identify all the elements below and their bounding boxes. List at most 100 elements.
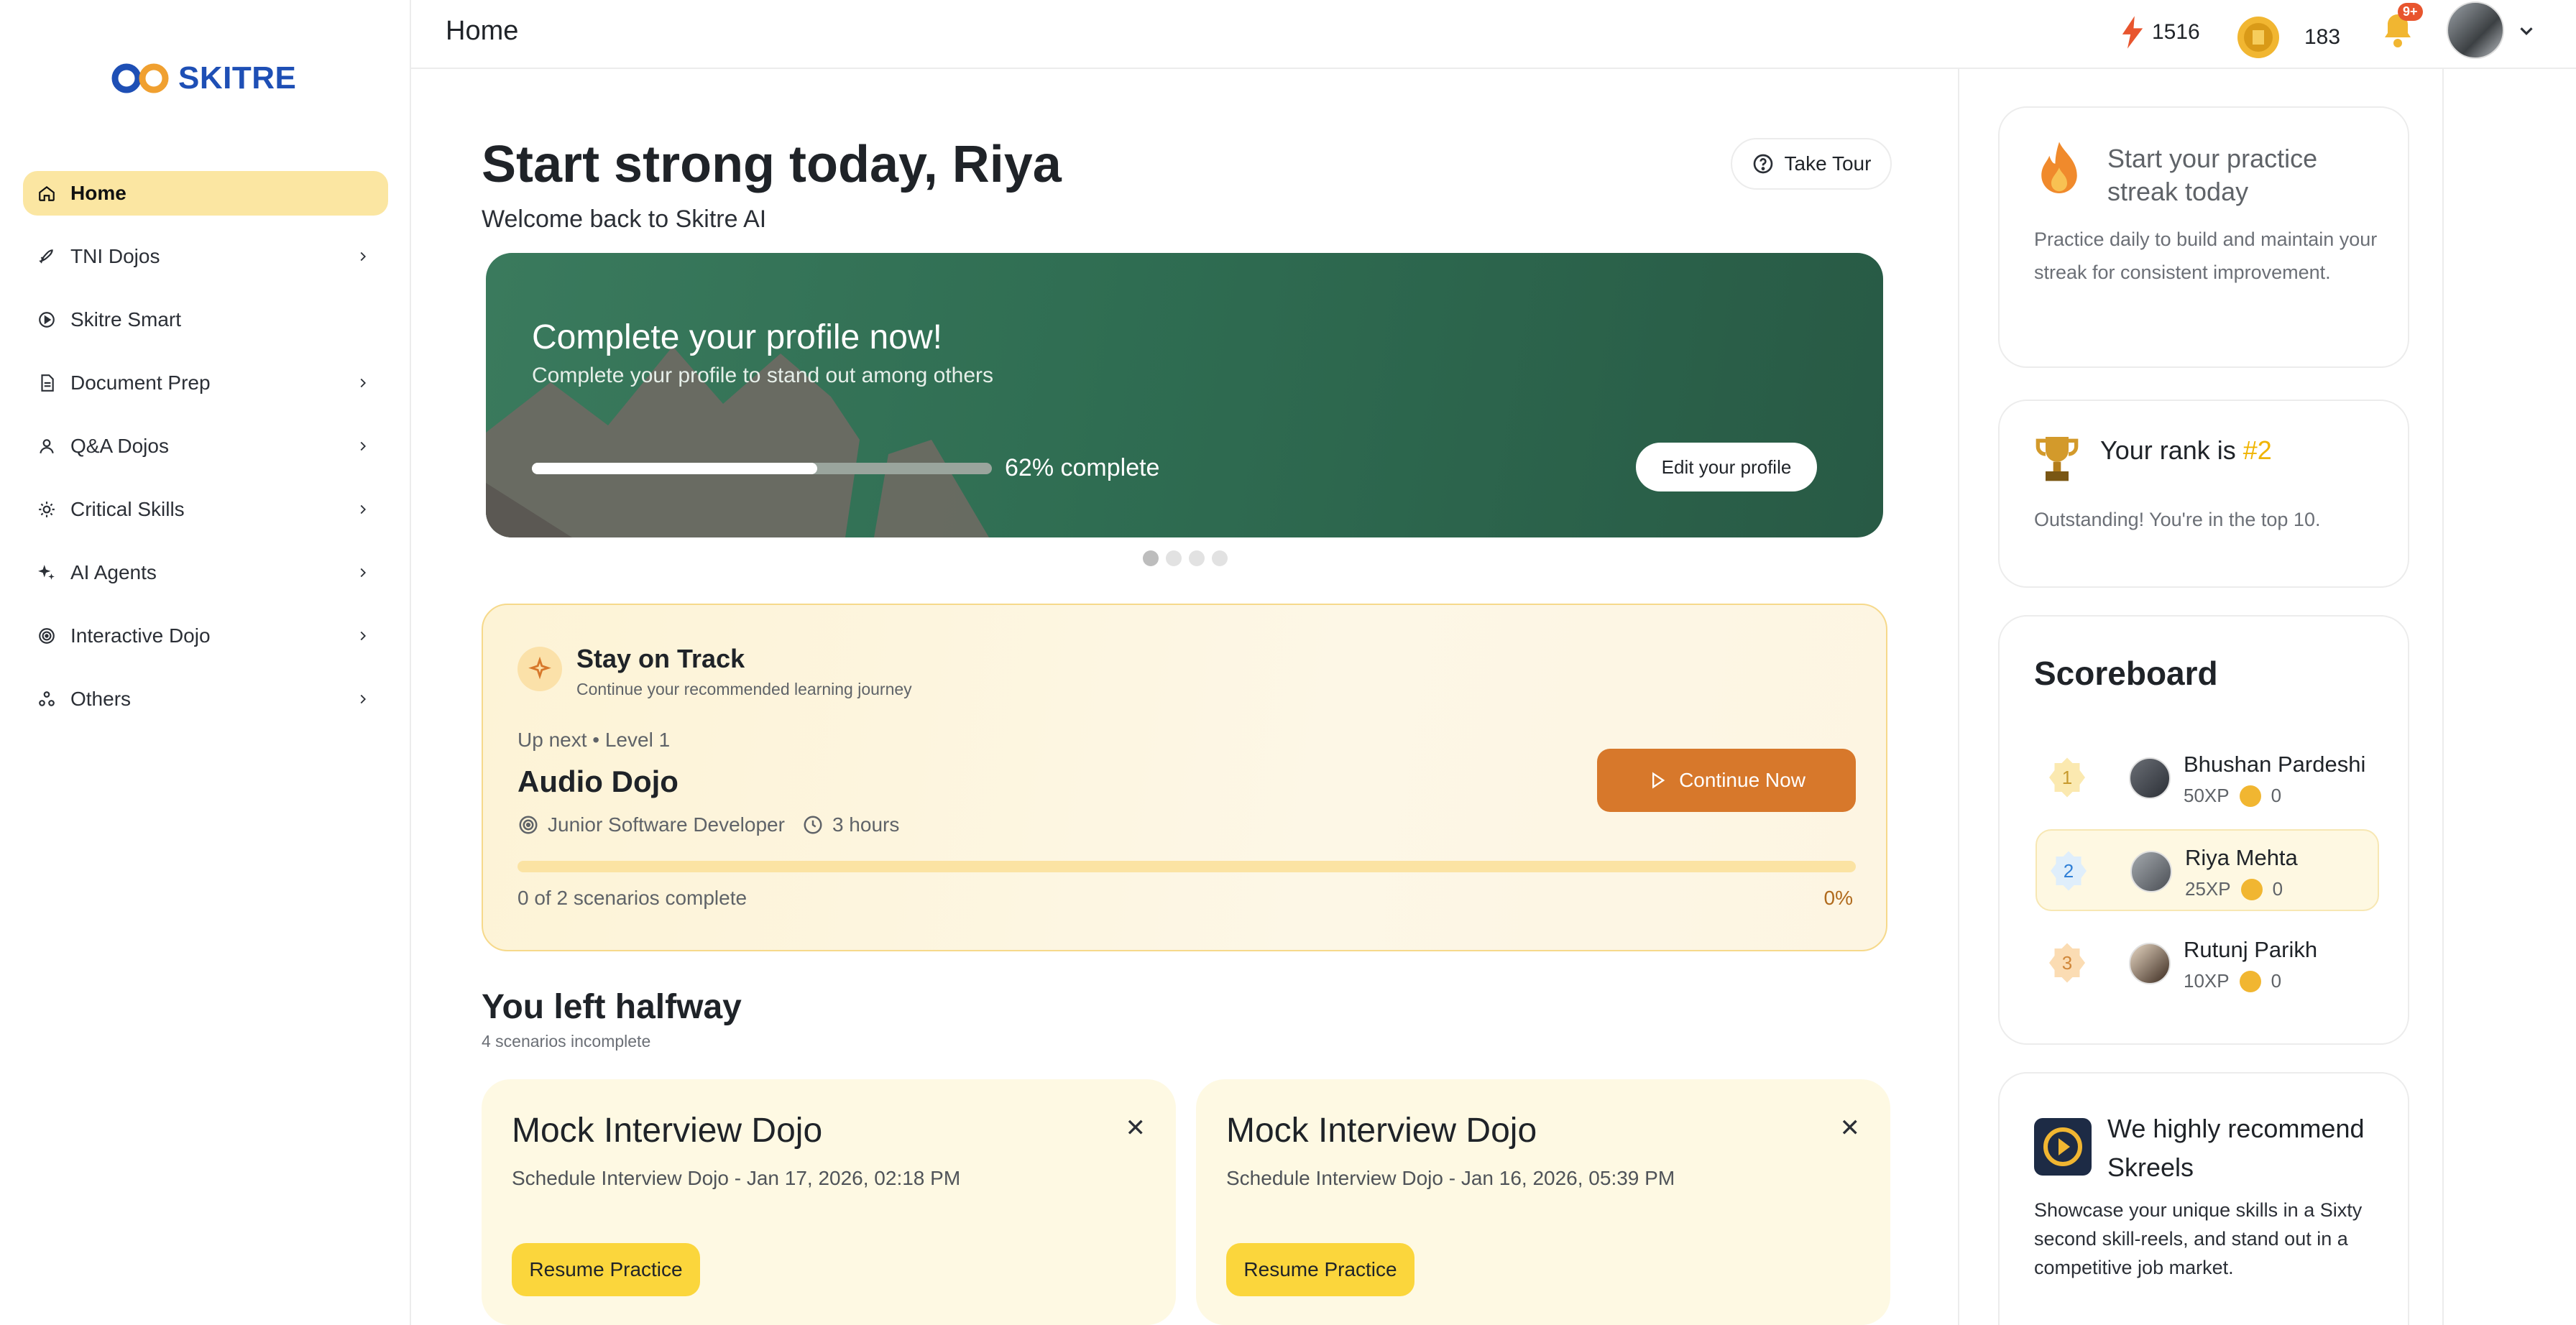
coin-icon	[2237, 17, 2279, 58]
brand-logo[interactable]: SKITRE	[109, 60, 296, 96]
avatar	[2130, 851, 2172, 892]
sidebar-item-label: Others	[70, 688, 132, 710]
carousel-dot[interactable]	[1166, 550, 1182, 566]
carousel-dots	[1143, 550, 1228, 566]
dojo-card-subtitle: Schedule Interview Dojo - Jan 16, 2026, …	[1226, 1167, 1675, 1189]
home-icon	[36, 183, 58, 204]
coin-icon	[2239, 970, 2261, 992]
coin-counter[interactable]: 183	[2237, 16, 2340, 59]
edit-profile-button[interactable]: Edit your profile	[1636, 443, 1817, 491]
rocket-icon	[36, 246, 58, 267]
carousel-dot[interactable]	[1189, 550, 1205, 566]
player-xp: 25XP	[2185, 878, 2231, 900]
top-bar: Home 1516 183 9+	[411, 0, 2576, 69]
sidebar-item-skitre-smart[interactable]: Skitre Smart	[23, 297, 388, 342]
scoreboard-row-current-user[interactable]: 2 Riya Mehta 25XP 0	[2036, 829, 2379, 911]
rank-badge: 3	[2047, 943, 2087, 983]
flame-icon	[2041, 142, 2077, 193]
sidebar-item-home[interactable]: Home	[23, 171, 388, 216]
page-title: Home	[446, 16, 519, 46]
rank-number: 2	[2063, 859, 2074, 882]
dojo-card-subtitle: Schedule Interview Dojo - Jan 17, 2026, …	[512, 1167, 961, 1189]
carousel-dot[interactable]	[1143, 550, 1159, 566]
resume-practice-button[interactable]: Resume Practice	[512, 1243, 700, 1296]
sidebar-item-others[interactable]: Others	[23, 677, 388, 721]
sidebar-item-critical-skills[interactable]: Critical Skills	[23, 487, 388, 532]
target-icon	[36, 625, 58, 647]
rank-card: Your rank is #2 Outstanding! You're in t…	[1998, 400, 2409, 588]
sidebar-item-interactive-dojo[interactable]: Interactive Dojo	[23, 614, 388, 658]
document-icon	[36, 372, 58, 394]
take-tour-button[interactable]: Take Tour	[1731, 138, 1892, 190]
sidebar-item-label: Skitre Smart	[70, 308, 182, 331]
player-coins: 0	[2271, 970, 2282, 992]
sidebar-item-label: Critical Skills	[70, 498, 185, 520]
resume-practice-button[interactable]: Resume Practice	[1226, 1243, 1414, 1296]
sidebar-item-label: Document Prep	[70, 371, 211, 394]
rank-number: 1	[2061, 766, 2073, 788]
close-icon[interactable]: ✕	[1126, 1114, 1146, 1142]
chevron-right-icon	[360, 504, 367, 514]
chevron-right-icon	[360, 378, 367, 388]
rank-title: Your rank is #2	[2100, 435, 2272, 466]
sidebar-item-label: AI Agents	[70, 561, 157, 583]
chevron-down-icon[interactable]	[2516, 20, 2537, 42]
player-coins: 0	[2271, 785, 2282, 806]
scenario-percent: 0%	[1823, 887, 1853, 909]
xp-value: 1516	[2152, 20, 2200, 44]
continue-now-label: Continue Now	[1679, 769, 1806, 791]
halfway-title: You left halfway	[482, 988, 742, 1026]
scoreboard-row[interactable]: 1 Bhushan Pardeshi 50XP 0	[2036, 737, 2379, 819]
help-circle-icon	[1753, 154, 1772, 174]
avatar[interactable]	[2447, 1, 2504, 59]
chevron-right-icon	[360, 631, 367, 641]
continue-now-button[interactable]: Continue Now	[1597, 749, 1856, 812]
chevron-right-icon	[360, 441, 367, 451]
banner-subtitle: Complete your profile to stand out among…	[532, 364, 994, 387]
avatar	[2129, 943, 2171, 984]
scoreboard-row[interactable]: 3 Rutunj Parikh 10XP 0	[2036, 923, 2379, 1005]
right-panel: Start your practice streak today Practic…	[1958, 69, 2444, 1325]
track-subtitle: Continue your recommended learning journ…	[576, 680, 912, 698]
player-xp: 50XP	[2184, 785, 2230, 806]
recommend-card[interactable]: We highly recommend Skreels Showcase you…	[1998, 1072, 2409, 1325]
user-icon	[36, 435, 58, 457]
recommend-title: We highly recommend Skreels	[2107, 1114, 2365, 1182]
carousel-dot[interactable]	[1212, 550, 1228, 566]
dojo-card-title: Mock Interview Dojo	[512, 1112, 823, 1150]
brand-name: SKITRE	[178, 60, 297, 96]
banner-title: Complete your profile now!	[532, 318, 942, 356]
notifications-badge: 9+	[2398, 3, 2423, 21]
lightning-icon	[2122, 16, 2143, 49]
xp-counter[interactable]: 1516	[2120, 16, 2200, 49]
sidebar-item-document-prep[interactable]: Document Prep	[23, 361, 388, 405]
profile-progress-fill	[532, 463, 817, 474]
chevron-right-icon	[360, 568, 367, 578]
incomplete-dojo-card: Mock Interview Dojo Schedule Interview D…	[1196, 1079, 1890, 1325]
scenario-count: 0 of 2 scenarios complete	[518, 887, 748, 909]
bulb-icon	[36, 499, 58, 520]
rank-badge: 2	[2048, 851, 2089, 891]
sidebar-item-label: Interactive Dojo	[70, 624, 211, 647]
banner-illustration	[486, 346, 989, 537]
halfway-subtitle: 4 scenarios incomplete	[482, 1032, 651, 1051]
next-dojo-title: Audio Dojo	[518, 765, 678, 798]
sidebar: SKITRE Home TNI Dojos Skitre Smart Docum…	[0, 0, 411, 1325]
sidebar-item-label: TNI Dojos	[70, 245, 160, 267]
sidebar-item-ai-agents[interactable]: AI Agents	[23, 550, 388, 595]
rank-body: Outstanding! You're in the top 10.	[2034, 509, 2321, 530]
rank-prefix: Your rank is	[2100, 435, 2243, 465]
player-name: Bhushan Pardeshi	[2184, 752, 2366, 777]
sidebar-item-label: Q&A Dojos	[70, 435, 169, 457]
player-name: Rutunj Parikh	[2184, 937, 2318, 962]
coin-icon	[2239, 785, 2261, 807]
greeting-title: Start strong today, Riya	[482, 136, 1062, 193]
close-icon[interactable]: ✕	[1840, 1114, 1861, 1142]
streak-title: Start your practice streak today	[2107, 144, 2318, 206]
profile-progress-label: 62% complete	[1005, 454, 1160, 481]
sidebar-item-qa-dojos[interactable]: Q&A Dojos	[23, 424, 388, 468]
scoreboard-title: Scoreboard	[2034, 655, 2218, 692]
rank-value: #2	[2242, 435, 2272, 465]
sidebar-item-tni-dojos[interactable]: TNI Dojos	[23, 234, 388, 279]
player-stats: 25XP 0	[2185, 878, 2283, 900]
